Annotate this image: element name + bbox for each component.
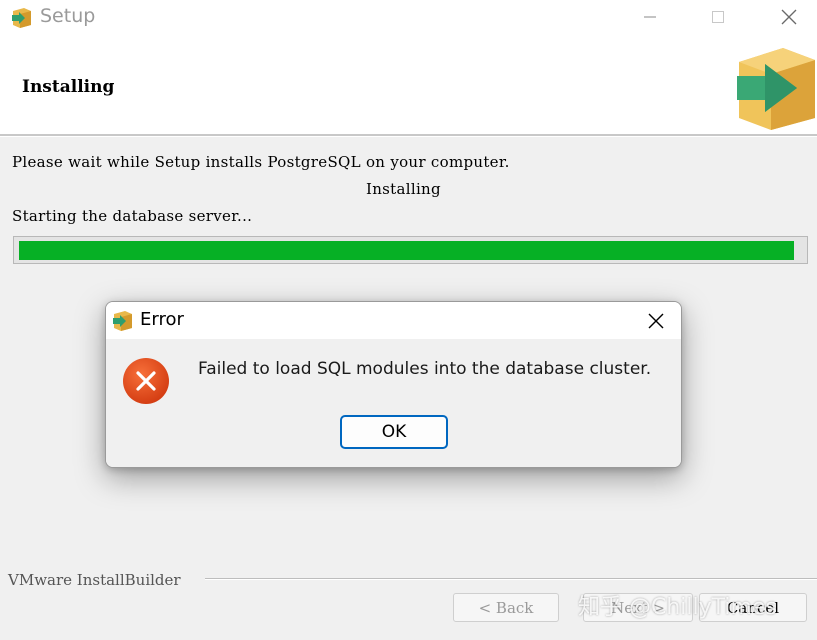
installbuilder-box-icon bbox=[12, 8, 31, 28]
progress-fill bbox=[19, 241, 794, 260]
watermark: 知乎 @ChillyTimes bbox=[578, 595, 777, 620]
installbuilder-box-arrow-icon bbox=[737, 48, 815, 130]
setup-window: Setup Installing Please wait while Setup… bbox=[0, 0, 817, 640]
close-button[interactable] bbox=[766, 0, 812, 34]
installbuilder-box-icon bbox=[113, 311, 132, 331]
minimize-button[interactable] bbox=[627, 0, 673, 34]
header-divider bbox=[0, 134, 817, 137]
ok-button[interactable]: OK bbox=[340, 415, 448, 449]
maximize-button[interactable] bbox=[695, 0, 741, 34]
error-message: Failed to load SQL modules into the data… bbox=[198, 359, 652, 379]
window-title: Setup bbox=[40, 5, 96, 27]
intro-text: Please wait while Setup installs Postgre… bbox=[12, 153, 510, 171]
installer-brand: VMware InstallBuilder bbox=[8, 571, 181, 589]
dialog-close-button[interactable] bbox=[641, 306, 671, 336]
maximize-icon bbox=[712, 11, 724, 23]
status-text: Starting the database server... bbox=[12, 207, 253, 225]
error-dialog: Error Failed to load SQL modules into th… bbox=[105, 301, 682, 468]
progress-bar bbox=[13, 236, 808, 264]
error-icon bbox=[123, 358, 169, 404]
back-button[interactable]: < Back bbox=[453, 593, 559, 622]
dialog-body: Failed to load SQL modules into the data… bbox=[106, 339, 681, 467]
stage-label: Installing bbox=[366, 180, 441, 198]
header-band bbox=[0, 34, 817, 134]
window-titlebar[interactable]: Setup bbox=[0, 0, 817, 34]
close-icon bbox=[648, 313, 664, 329]
dialog-title: Error bbox=[140, 309, 184, 330]
close-icon bbox=[781, 9, 797, 25]
dialog-titlebar[interactable]: Error bbox=[106, 302, 681, 339]
footer-divider bbox=[205, 578, 817, 580]
page-title: Installing bbox=[22, 77, 115, 97]
minimize-icon bbox=[644, 16, 656, 18]
